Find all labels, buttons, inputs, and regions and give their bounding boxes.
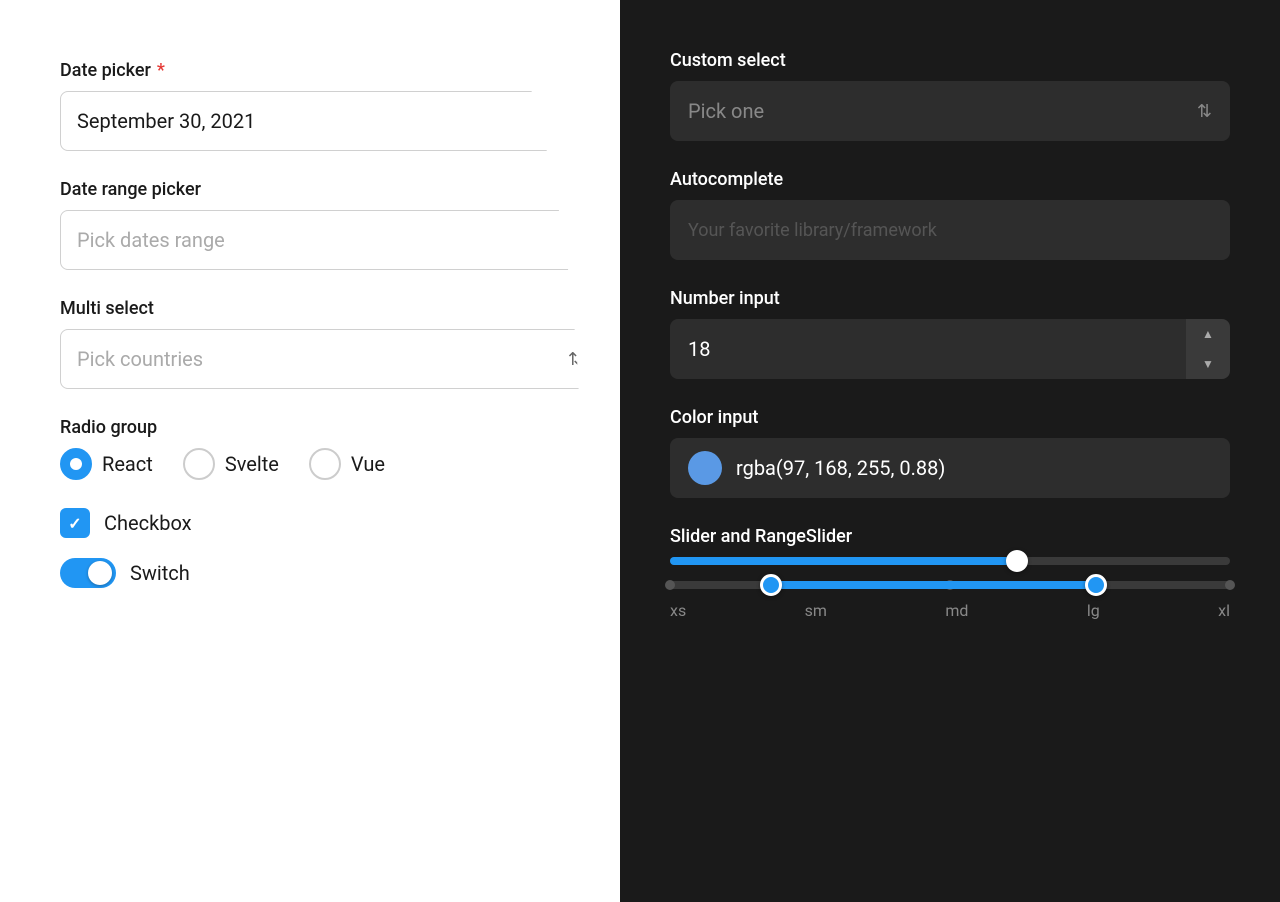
number-input-value: 18 — [688, 337, 710, 361]
required-indicator: * — [157, 60, 165, 81]
custom-select-group: Custom select Pick one ⇅ — [670, 50, 1230, 141]
date-picker-label-text: Date picker — [60, 60, 151, 81]
date-range-label-text: Date range picker — [60, 179, 201, 200]
radio-circle-svelte — [183, 448, 215, 480]
date-picker-label: Date picker * — [60, 60, 560, 81]
multi-select-placeholder: Pick countries — [77, 347, 203, 371]
radio-item-svelte[interactable]: Svelte — [183, 448, 279, 480]
number-input-field[interactable]: 18 — [670, 319, 1186, 379]
custom-select-input[interactable]: Pick one ⇅ — [670, 81, 1230, 141]
radio-item-react[interactable]: React — [60, 448, 153, 480]
range-label-xl: xl — [1218, 601, 1230, 620]
radio-circle-react — [60, 448, 92, 480]
date-range-placeholder: Pick dates range — [77, 228, 225, 252]
date-picker-clear-button[interactable]: × — [555, 107, 583, 135]
multi-select-label-text: Multi select — [60, 298, 154, 319]
number-decrement-button[interactable]: ▼ — [1186, 349, 1230, 379]
number-input-group: Number input 18 ▲ ▼ — [670, 288, 1230, 379]
autocomplete-label: Autocomplete — [670, 169, 1230, 190]
slider-section: Slider and RangeSlider x — [670, 526, 1230, 620]
multi-select-input[interactable]: Pick countries ⇅ — [60, 329, 600, 389]
slider-label: Slider and RangeSlider — [670, 526, 1230, 547]
range-label-sm: sm — [805, 601, 827, 620]
autocomplete-input[interactable]: Your favorite library/framework — [670, 200, 1230, 260]
date-range-picker-group: Date range picker Pick dates range — [60, 179, 560, 270]
radio-item-vue[interactable]: Vue — [309, 448, 385, 480]
range-slider-track[interactable] — [670, 581, 1230, 589]
autocomplete-placeholder: Your favorite library/framework — [688, 220, 937, 241]
date-picker-value: September 30, 2021 — [77, 109, 255, 133]
custom-select-chevron-icon: ⇅ — [1197, 101, 1212, 122]
checkmark-icon: ✓ — [68, 514, 81, 533]
color-swatch — [688, 451, 722, 485]
right-panel: Custom select Pick one ⇅ Autocomplete Yo… — [620, 0, 1280, 902]
date-picker-group: Date picker * September 30, 2021 × — [60, 60, 560, 151]
autocomplete-group: Autocomplete Your favorite library/frame… — [670, 169, 1230, 260]
range-thumb-left[interactable] — [760, 574, 782, 596]
date-range-label: Date range picker — [60, 179, 560, 200]
switch-thumb — [88, 561, 112, 585]
multi-select-chevron-icon: ⇅ — [568, 349, 583, 370]
radio-group-group: Radio group React Svelte Vue — [60, 417, 560, 480]
range-thumb-right[interactable] — [1085, 574, 1107, 596]
multi-select-label: Multi select — [60, 298, 560, 319]
radio-label-svelte: Svelte — [225, 452, 279, 476]
slider-thumb[interactable] — [1006, 550, 1028, 572]
radio-circle-vue — [309, 448, 341, 480]
range-dot-xs — [665, 580, 675, 590]
multi-select-group: Multi select Pick countries ⇅ — [60, 298, 560, 389]
range-fill — [771, 581, 1096, 589]
radio-group-label-text: Radio group — [60, 417, 157, 438]
range-label-md: md — [945, 601, 968, 620]
range-label-xs: xs — [670, 601, 686, 620]
switch-row: Switch — [60, 558, 560, 588]
checkbox-label: Checkbox — [104, 511, 192, 535]
custom-select-placeholder: Pick one — [688, 99, 764, 123]
left-panel: Date picker * September 30, 2021 × Date … — [0, 0, 620, 902]
switch-label: Switch — [130, 561, 190, 585]
slider-fill — [670, 557, 1017, 565]
date-range-picker-input[interactable]: Pick dates range — [60, 210, 600, 270]
radio-label-vue: Vue — [351, 452, 385, 476]
radio-label-react: React — [102, 452, 153, 476]
color-input-field[interactable]: rgba(97, 168, 255, 0.88) — [670, 438, 1230, 498]
date-picker-input[interactable]: September 30, 2021 × — [60, 91, 600, 151]
range-slider-wrapper: xs sm md lg xl — [670, 581, 1230, 620]
custom-select-label: Custom select — [670, 50, 1230, 71]
range-label-lg: lg — [1087, 601, 1100, 620]
radio-group-row: React Svelte Vue — [60, 448, 560, 480]
slider-wrapper — [670, 557, 1230, 565]
range-dot-xl — [1225, 580, 1235, 590]
number-increment-button[interactable]: ▲ — [1186, 319, 1230, 349]
checkbox-input[interactable]: ✓ — [60, 508, 90, 538]
color-input-value: rgba(97, 168, 255, 0.88) — [736, 456, 945, 480]
slider-track[interactable] — [670, 557, 1230, 565]
radio-group-label: Radio group — [60, 417, 560, 438]
number-input-wrapper: 18 ▲ ▼ — [670, 319, 1230, 379]
checkbox-row: ✓ Checkbox — [60, 508, 560, 538]
color-input-group: Color input rgba(97, 168, 255, 0.88) — [670, 407, 1230, 498]
number-spinners: ▲ ▼ — [1186, 319, 1230, 379]
range-labels: xs sm md lg xl — [670, 601, 1230, 620]
color-input-label: Color input — [670, 407, 1230, 428]
clear-icon: × — [565, 113, 572, 129]
number-input-label: Number input — [670, 288, 1230, 309]
switch-input[interactable] — [60, 558, 116, 588]
